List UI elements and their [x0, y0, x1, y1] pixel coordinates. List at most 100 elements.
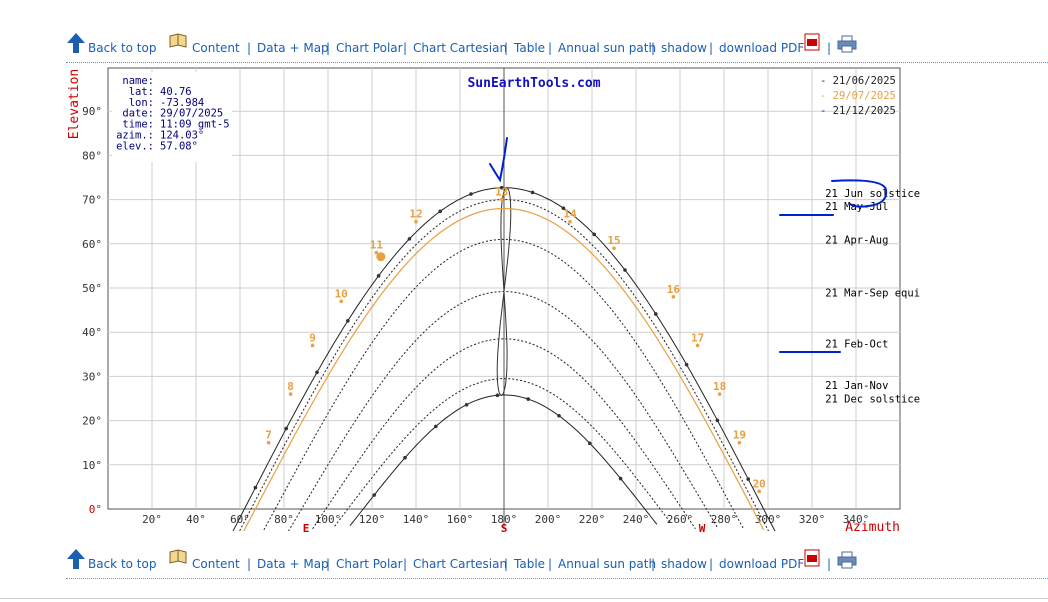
printer-icon[interactable]: [837, 35, 857, 53]
x-tick-label: 40°: [186, 513, 206, 526]
hour-marker: [469, 192, 473, 196]
x-tick-label: 220°: [579, 513, 606, 526]
month-label: 21 Mar-Sep equinox: [825, 287, 920, 299]
table-link[interactable]: Table: [514, 557, 545, 571]
hour-marker: [495, 393, 500, 398]
hour-marker: [315, 370, 319, 375]
separator: |: [827, 557, 832, 571]
annual-sun-path-link[interactable]: Annual sun path: [558, 557, 656, 571]
y-tick-label: 90°: [82, 105, 102, 118]
sun-path-chart: 0°10°20°30°40°50°60°70°80°90°20° 40° 60° 80…: [67, 67, 920, 535]
book-icon[interactable]: [168, 548, 188, 566]
pdf-icon[interactable]: [804, 33, 820, 51]
separator: |: [247, 41, 252, 55]
hour-marker: [464, 402, 469, 407]
hour-label: 15: [607, 234, 620, 247]
hour-marker: [557, 413, 561, 418]
month-label: 21 Jan-Nov: [825, 380, 888, 392]
y-axis-label: Elevation: [67, 69, 82, 139]
month-label: 21 Feb-Oct: [825, 338, 888, 350]
chart-title: SunEarthTools.com: [467, 76, 600, 91]
x-axis-label: Azimuth: [845, 520, 900, 535]
separator: |: [504, 41, 509, 55]
info-key: elev.:: [116, 140, 154, 152]
hour-label: 10: [335, 287, 348, 300]
y-tick-label: 50°: [82, 282, 102, 295]
separator: |: [403, 557, 408, 571]
compass-label-S: S: [501, 522, 508, 535]
x-tick-label: 280°: [711, 513, 738, 526]
separator: |: [326, 557, 331, 571]
separator: |: [247, 557, 252, 571]
chart-cartesian-link[interactable]: Chart Cartesian: [413, 41, 507, 55]
up-arrow-icon[interactable]: [66, 548, 86, 570]
legend-entry: - 21/06/2025: [820, 75, 896, 87]
printer-icon[interactable]: [837, 551, 857, 569]
pdf-icon[interactable]: [804, 549, 820, 567]
hour-marker: [592, 232, 596, 237]
book-icon[interactable]: [168, 32, 188, 50]
y-tick-label: 70°: [82, 194, 102, 207]
x-tick-label: 80°: [274, 513, 294, 526]
hour-marker: [684, 362, 689, 367]
hour-marker: [623, 268, 627, 272]
month-label: 21 Dec solstice: [825, 394, 920, 406]
legend-entry: - 21/12/2025: [820, 105, 896, 117]
hour-label: 14: [563, 208, 577, 221]
x-tick-label: 260°: [667, 513, 694, 526]
y-tick-label: 20°: [82, 415, 102, 428]
separator: |: [403, 41, 408, 55]
hour-marker: [618, 476, 623, 481]
separator: |: [326, 41, 331, 55]
hour-marker: [715, 418, 720, 423]
info-value: 57.08°: [160, 140, 198, 152]
download-pdf-link[interactable]: download PDF: [719, 557, 804, 571]
hour-label: 18: [713, 380, 726, 393]
x-tick-label: 200°: [535, 513, 562, 526]
chart-polar-link[interactable]: Chart Polar: [336, 557, 403, 571]
y-tick-label: 10°: [82, 459, 102, 472]
table-link[interactable]: Table: [514, 41, 545, 55]
data-map-link[interactable]: Data + Map: [257, 557, 329, 571]
y-tick-label: 80°: [82, 149, 102, 162]
divider: [66, 578, 1048, 579]
separator: |: [504, 557, 509, 571]
shadow-link[interactable]: shadow: [661, 557, 707, 571]
separator: |: [709, 41, 714, 55]
content-link[interactable]: Content: [192, 557, 240, 571]
data-map-link[interactable]: Data + Map: [257, 41, 329, 55]
hour-marker: [346, 319, 350, 323]
x-tick-label: 120°: [359, 513, 386, 526]
y-tick-label: 0°: [89, 503, 102, 516]
annual-sun-path-link[interactable]: Annual sun path: [558, 41, 656, 55]
month-label: 21 Apr-Aug: [825, 234, 888, 246]
divider: [66, 62, 1048, 63]
hour-label: 8: [287, 380, 294, 393]
hour-label: 11: [370, 239, 384, 252]
up-arrow-icon[interactable]: [66, 32, 86, 54]
hour-marker: [407, 237, 412, 241]
back-to-top-link[interactable]: Back to top: [88, 557, 156, 571]
shadow-link[interactable]: shadow: [661, 41, 707, 55]
chart-cartesian-link[interactable]: Chart Cartesian: [413, 557, 507, 571]
download-pdf-link[interactable]: download PDF: [719, 41, 804, 55]
x-tick-label: 240°: [623, 513, 650, 526]
page-bottom-border: [0, 598, 1048, 599]
hour-marker: [253, 485, 258, 490]
hour-marker: [403, 455, 407, 460]
hour-marker: [372, 493, 377, 497]
hour-label: 9: [309, 331, 316, 344]
separator: |: [709, 557, 714, 571]
top-nav: Back to top Content | Data + Map | Chart…: [66, 32, 1046, 60]
content-link[interactable]: Content: [192, 41, 240, 55]
hour-marker: [376, 274, 381, 278]
hour-label: 20: [753, 477, 766, 490]
back-to-top-link[interactable]: Back to top: [88, 41, 156, 55]
chart-polar-link[interactable]: Chart Polar: [336, 41, 403, 55]
bottom-nav: Back to top Content | Data + Map | Chart…: [66, 548, 1046, 576]
separator: |: [827, 41, 832, 55]
x-tick-label: 160°: [447, 513, 474, 526]
compass-label-E: E: [303, 522, 310, 535]
separator: |: [651, 41, 656, 55]
month-label: 21 Jun solstice: [825, 188, 920, 200]
